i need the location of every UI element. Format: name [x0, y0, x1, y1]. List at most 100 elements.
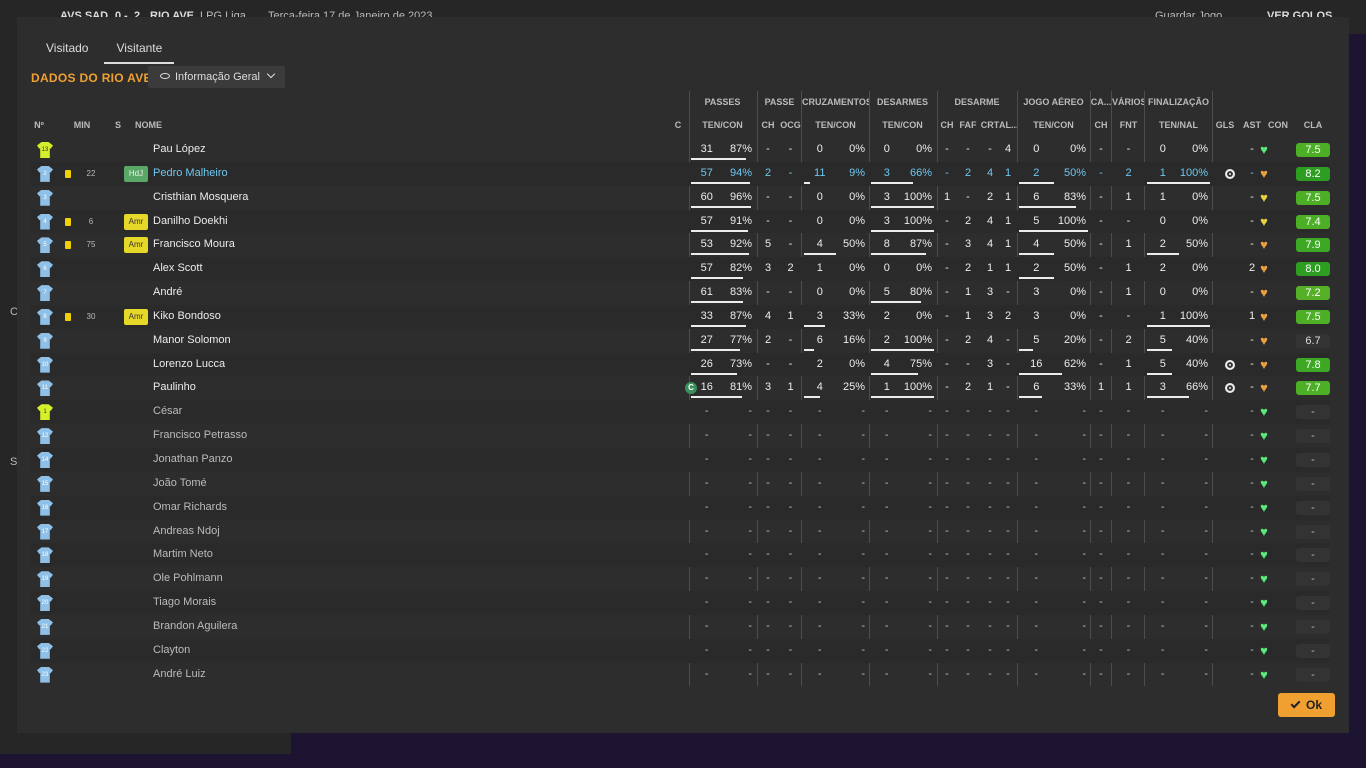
stat-cell: -: [766, 667, 770, 680]
column-header[interactable]: AST: [1240, 120, 1264, 130]
player-name[interactable]: Clayton: [153, 639, 383, 663]
player-row[interactable]: 9 Manor Solomon 27 77% 2-6 16% 2 100% -2 4-5 20% -2…: [31, 329, 1330, 353]
stat-cell: -: [966, 405, 970, 418]
player-name[interactable]: Andreas Ndoj: [153, 520, 383, 544]
ok-button[interactable]: Ok: [1278, 693, 1335, 717]
success-bar: [804, 396, 820, 399]
player-name[interactable]: Alex Scott: [153, 257, 383, 281]
stat-cell: -: [1006, 333, 1010, 346]
player-name[interactable]: Cristhian Mosquera: [153, 186, 383, 210]
player-row[interactable]: 13 Pau López 31 87% - -0 0% 0 0% - - -4 0 0% - -0 0% - ♥ 7.…: [31, 138, 1330, 162]
stat-cell: 1: [1125, 286, 1132, 299]
player-row[interactable]: 5 75 Amr Francisco Moura 53 92% 5-4 50% 8 87% -3 4 1…: [31, 233, 1330, 257]
player-name[interactable]: Ole Pohlmann: [153, 567, 383, 591]
player-name[interactable]: Brandon Aguilera: [153, 615, 383, 639]
column-header[interactable]: TEN/CON: [869, 120, 936, 130]
success-bar: [1019, 372, 1062, 375]
condition-heart-icon: ♥: [1260, 642, 1268, 658]
column-header[interactable]: FNT: [1112, 120, 1145, 130]
column-header[interactable]: TEN/NAL: [1145, 120, 1212, 130]
player-name[interactable]: Jonathan Panzo: [153, 448, 383, 472]
column-header[interactable]: OCG: [779, 120, 802, 130]
success-bar: [871, 348, 934, 351]
player-row[interactable]: 10 Lorenzo Lucca 26 73% - -2 0% 4 75% - -3-16 62% -1…: [31, 352, 1330, 377]
player-name[interactable]: Francisco Petrasso: [153, 424, 383, 448]
player-name[interactable]: Francisco Moura: [153, 233, 383, 257]
column-header[interactable]: S: [113, 120, 123, 130]
column-header[interactable]: AL...: [999, 120, 1017, 130]
column-header[interactable]: GLS: [1213, 120, 1237, 130]
shirt-icon: 11: [37, 380, 53, 397]
player-row[interactable]: 20 Tiago Morais - - - - - - - - - - - - - - - - - - - ♥ -: [31, 591, 1330, 615]
attempts-value: -: [1034, 429, 1039, 442]
player-row[interactable]: 19 Ole Pohlmann - - - - - - - - - - - - - - - - - - - ♥ -: [31, 567, 1330, 591]
column-header[interactable]: Nº: [31, 120, 47, 130]
attempts-value: -: [817, 596, 822, 609]
player-row[interactable]: 11 Paulinho C 16 81% 3 1 4 25% 1 100% -2 1-6 33% 1 1 3 66…: [31, 376, 1330, 400]
player-row[interactable]: 15 João Tomé - - - - - - - - - - - - - - - - - - - ♥ -: [31, 472, 1330, 496]
tab-home[interactable]: Visitado: [34, 39, 100, 64]
column-header[interactable]: NOME: [135, 120, 335, 130]
success-bar: [871, 229, 934, 232]
column-header[interactable]: MIN: [71, 120, 93, 130]
player-row[interactable]: 7 André 61 83% - -0 0% 5 80% -1 3-3 0% -1 0 0% - ♥ 7.2: [31, 281, 1330, 305]
player-row[interactable]: 6 Alex Scott 57 82% 3 2 1 0% 0 0% -2 1 1 2 50% -1 2 0% 2 ♥ 8…: [31, 257, 1330, 282]
player-row[interactable]: 1 César - - - - - - - - - - - - - - - - - - - ♥ -: [31, 400, 1330, 425]
player-row[interactable]: 18 Martim Neto - - - - - - - - - - - - - - - - - - - ♥ -: [31, 543, 1330, 568]
success-value: -: [748, 500, 752, 513]
shirt-icon: 23: [37, 666, 53, 683]
player-name[interactable]: Tiago Morais: [153, 591, 383, 615]
attempts-value: -: [1034, 452, 1039, 465]
player-name[interactable]: César: [153, 400, 383, 424]
player-name[interactable]: Pedro Malheiro: [153, 162, 383, 186]
player-name[interactable]: Martim Neto: [153, 543, 383, 567]
player-row[interactable]: 2 22 HdJ Pedro Malheiro 57 94% 2-11 9% 3 66% -2 4 1 2…: [31, 161, 1330, 186]
player-row[interactable]: 22 Clayton - - - - - - - - - - - - - - - - - - - ♥ -: [31, 638, 1330, 663]
tab-away[interactable]: Visitante: [104, 39, 175, 64]
player-name[interactable]: Paulinho: [153, 376, 383, 400]
player-row[interactable]: 12 Francisco Petrasso - - - - - - - - - - - - - - - - - - - ♥…: [31, 424, 1330, 448]
player-row[interactable]: 21 Brandon Aguilera - - - - - - - - - - - - - - - - - - - ♥ -: [31, 615, 1330, 639]
column-header[interactable]: CH: [1090, 120, 1112, 130]
player-name[interactable]: André Luiz: [153, 663, 383, 687]
player-row[interactable]: 8 30 Amr Kiko Bondoso 33 87% 4 1 3 33% 2 0% -1 3 2 3 0% -…: [31, 304, 1330, 329]
stat-cell: -: [1126, 452, 1131, 465]
player-row[interactable]: 14 Jonathan Panzo - - - - - - - - - - - - - - - - - - - ♥ -: [31, 447, 1330, 472]
success-bar: [691, 229, 748, 232]
column-header[interactable]: CH: [937, 120, 957, 130]
player-row[interactable]: 23 André Luiz - - - - - - - - - - - - - - - - - - - ♥ -: [31, 663, 1330, 687]
rating-badge: 8.2: [1296, 166, 1330, 181]
player-name[interactable]: Manor Solomon: [153, 329, 383, 353]
stat-cell: 3: [764, 381, 772, 394]
column-header[interactable]: FAF: [957, 120, 979, 130]
stat-cell: 2: [964, 262, 972, 275]
player-row[interactable]: 4 6 Amr Danilho Doekhi 57 91% - -0 0% 3 100% -2 4 1 5 1…: [31, 209, 1330, 234]
column-header[interactable]: CH: [757, 120, 779, 130]
column-header[interactable]: TEN/CON: [1017, 120, 1090, 130]
player-name[interactable]: Kiko Bondoso: [153, 305, 383, 329]
player-name[interactable]: João Tomé: [153, 472, 383, 496]
column-header[interactable]: CON: [1266, 120, 1290, 130]
column-header[interactable]: CLA: [1296, 120, 1330, 130]
player-row[interactable]: 3 Cristhian Mosquera 60 96% - -0 0% 3 100% 1-2 1 6 8…: [31, 186, 1330, 210]
player-name[interactable]: Pau López: [153, 138, 383, 162]
player-name[interactable]: André: [153, 281, 383, 305]
stat-cell: -: [1006, 381, 1010, 394]
success-value: 0%: [916, 309, 932, 322]
condition-heart-icon: ♥: [1260, 261, 1268, 277]
column-header[interactable]: TEN/CON: [802, 120, 869, 130]
player-name[interactable]: Danilho Doekhi: [153, 210, 383, 234]
rating-badge: 7.9: [1296, 238, 1330, 253]
column-header[interactable]: TEN/CON: [689, 120, 756, 130]
success-value: -: [928, 500, 932, 513]
player-row[interactable]: 17 Andreas Ndoj - - - - - - - - - - - - - - - - - - - ♥ -: [31, 520, 1330, 544]
player-row[interactable]: 16 Omar Richards - - - - - - - - - - - - - - - - - - - ♥ -: [31, 495, 1330, 520]
group-header: JOGO AÉREO: [1023, 97, 1084, 107]
column-header[interactable]: CRT: [979, 120, 1001, 130]
view-dropdown[interactable]: Informação Geral: [148, 66, 285, 88]
player-name[interactable]: Lorenzo Lucca: [153, 353, 383, 377]
column-header[interactable]: C: [671, 120, 685, 130]
stat-cell: -: [1099, 238, 1103, 251]
group-header: CRUZAMENTOS: [802, 97, 869, 107]
player-name[interactable]: Omar Richards: [153, 496, 383, 520]
